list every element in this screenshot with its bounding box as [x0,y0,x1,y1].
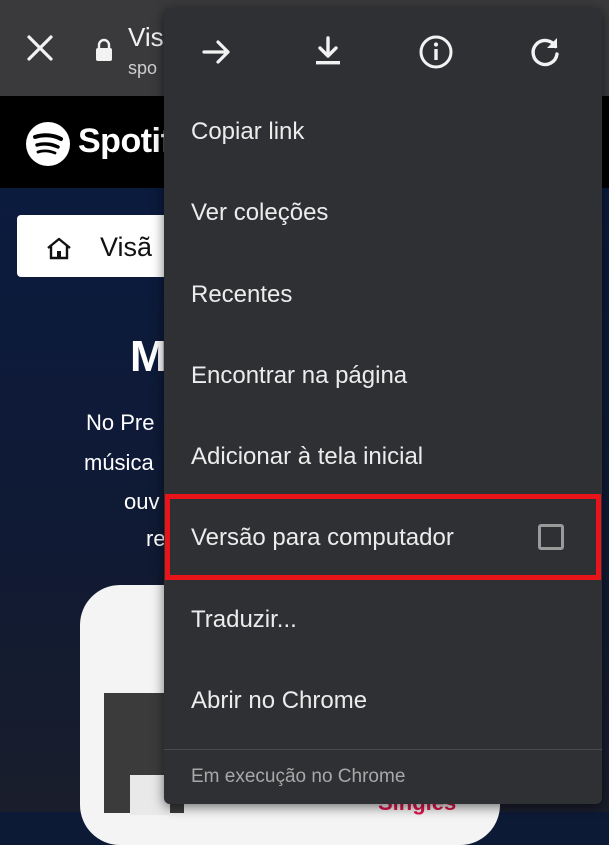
home-icon [47,237,71,260]
download-icon[interactable] [310,34,346,70]
lock-icon [96,38,112,61]
menu-item-open-in-chrome[interactable]: Abrir no Chrome [164,662,602,742]
menu-item-label: Copiar link [191,118,305,145]
overflow-menu: Copiar link Ver coleções Recentes Encont… [164,8,602,804]
page-title[interactable]: Vis [128,22,164,53]
menu-item-label: Adicionar à tela inicial [191,443,424,470]
menu-item-label: Encontrar na página [191,362,408,389]
forward-icon[interactable] [199,34,235,70]
hero-text-line: música [84,450,154,475]
overview-tab-label: Visã [100,232,153,262]
hero-heading: M [130,332,167,381]
hero-text-line: No Pre [86,410,155,435]
menu-item-translate[interactable]: Traduzir... [164,581,602,661]
menu-icon-row [164,8,602,98]
menu-item-recent[interactable]: Recentes [164,256,602,336]
menu-item-find-in-page[interactable]: Encontrar na página [164,337,602,417]
menu-item-label: Abrir no Chrome [191,687,368,714]
menu-item-collections[interactable]: Ver coleções [164,174,602,254]
info-icon[interactable] [418,34,454,70]
menu-item-copy-link[interactable]: Copiar link [164,93,602,173]
page-host[interactable]: spo [128,58,157,79]
menu-item-add-to-home[interactable]: Adicionar à tela inicial [164,418,602,498]
hero-text-line: re [146,526,166,551]
menu-item-label: Ver coleções [191,199,329,226]
menu-footer: Em execução no Chrome [191,766,406,787]
menu-divider [164,749,602,750]
highlight-box [165,494,601,580]
refresh-icon[interactable] [527,34,563,70]
spotify-logo-icon[interactable] [24,120,72,168]
hero-text-line: ouv [124,489,160,514]
close-icon[interactable] [24,32,56,64]
menu-item-label: Traduzir... [191,606,297,633]
menu-item-label: Recentes [191,281,293,308]
